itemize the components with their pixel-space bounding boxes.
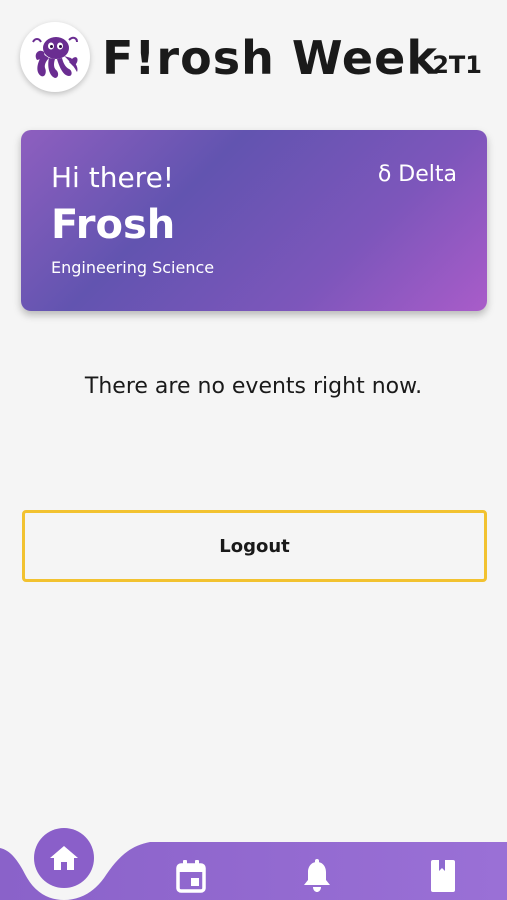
user-name: Frosh [51,202,176,248]
frosh-group-label: δ Delta [377,162,457,187]
nav-handbook-button[interactable] [425,858,461,894]
user-discipline: Engineering Science [51,258,215,277]
octopus-logo-icon [32,36,78,78]
greeting-text: Hi there! [51,161,175,194]
nav-home-button[interactable] [34,828,94,888]
nav-notifications-button[interactable] [299,858,335,894]
profile-card: Hi there! Frosh Engineering Science δ De… [21,130,487,311]
calendar-icon [176,860,206,893]
bell-icon [304,859,330,892]
home-icon [50,846,78,870]
book-icon [431,860,455,892]
app-header: F!rosh Week 2T1 [20,22,490,94]
nav-schedule-button[interactable] [173,858,209,894]
app-year-label: 2T1 [432,51,482,79]
bottom-nav-bar [0,820,507,900]
logo-badge [20,22,90,92]
app-title: F!rosh Week [102,31,438,85]
no-events-message: There are no events right now. [84,374,423,399]
logout-button[interactable]: Logout [22,510,487,582]
